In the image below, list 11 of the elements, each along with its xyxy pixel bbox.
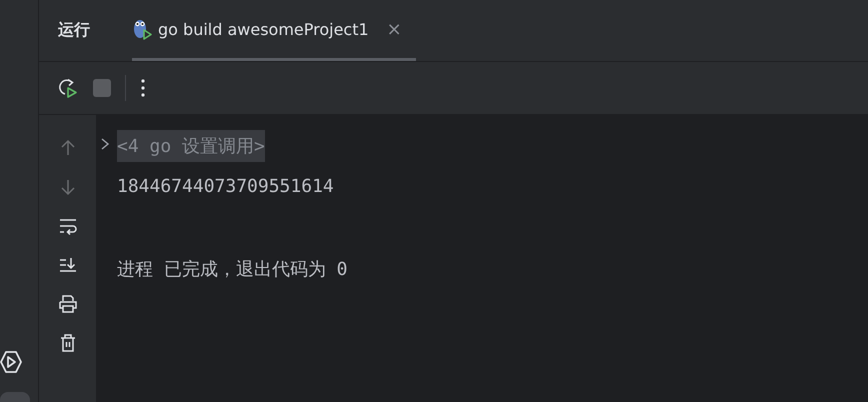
console-output: 进程 已完成，退出代码为 0 bbox=[117, 258, 348, 280]
run-tab[interactable]: go build awesomeProject1 × bbox=[132, 0, 416, 61]
gopher-icon bbox=[132, 18, 152, 40]
console-output: 18446744073709551614 bbox=[117, 176, 334, 197]
more-icon[interactable] bbox=[140, 78, 146, 98]
rerun-icon[interactable] bbox=[57, 77, 79, 99]
close-tab-button[interactable]: × bbox=[386, 18, 402, 40]
run-icon[interactable] bbox=[0, 350, 22, 374]
print-icon[interactable] bbox=[56, 293, 78, 315]
panel-title: 运行 bbox=[58, 20, 90, 41]
folded-text[interactable]: <4 go 设置调用> bbox=[117, 130, 265, 162]
